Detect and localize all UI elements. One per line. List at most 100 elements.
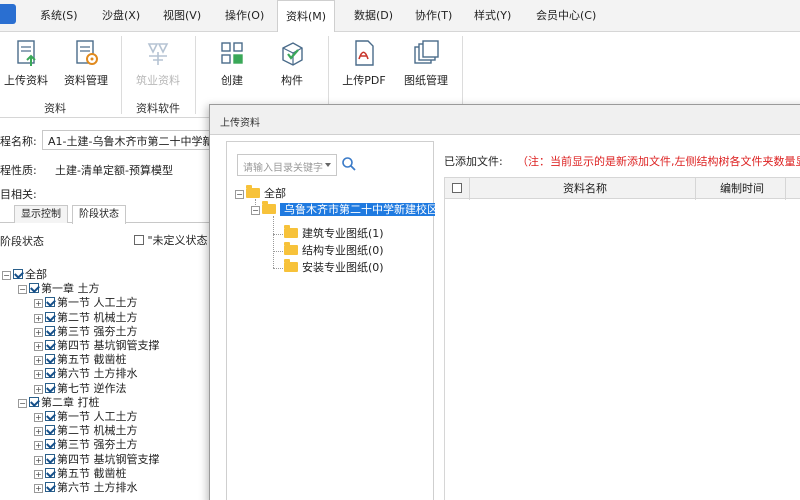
tree-connector — [273, 216, 274, 268]
expand-icon[interactable]: + — [34, 441, 43, 451]
folder-tree: − 全部 − 乌鲁木齐市第二十中学新建校区-番 建筑专业图纸(1) 结构专业图纸(0… — [233, 185, 457, 486]
tree-checkbox[interactable] — [45, 411, 55, 421]
tree-checkbox[interactable] — [45, 453, 55, 464]
tree-row[interactable]: + 第四节 基坑钢管支撑 — [34, 453, 160, 467]
app-logo-icon[interactable] — [0, 4, 16, 24]
tree-checkbox[interactable] — [13, 269, 23, 279]
tree-row[interactable]: − 第二章 打桩 — [18, 396, 100, 410]
column-divider — [785, 178, 786, 200]
tree-checkbox[interactable] — [29, 396, 39, 407]
group-label-materials-software: 资料软件 — [136, 102, 180, 115]
project-name-label: 程名称: — [0, 135, 37, 148]
tree-checkbox[interactable] — [45, 325, 55, 336]
expand-icon[interactable]: + — [34, 370, 43, 380]
tree-checkbox[interactable] — [29, 283, 39, 294]
collapse-icon[interactable]: − — [18, 285, 27, 295]
tab-display-control[interactable]: 显示控制 — [14, 205, 68, 223]
expand-icon[interactable]: + — [34, 384, 43, 394]
menu-sandbox[interactable]: 沙盘(X) — [102, 0, 140, 32]
expand-icon[interactable]: + — [34, 455, 43, 465]
tree-checkbox[interactable] — [45, 368, 55, 379]
collapse-icon[interactable]: − — [18, 398, 27, 408]
upload-pdf-button[interactable]: 上传PDF — [334, 38, 394, 88]
expand-icon[interactable]: + — [34, 469, 43, 479]
expand-icon[interactable]: + — [34, 342, 43, 351]
component-label: 构件 — [281, 74, 303, 87]
tree-row[interactable]: + 第六节 土方排水 — [34, 367, 138, 381]
dialog-titlebar[interactable]: 上传资料 — [210, 105, 800, 135]
tree-checkbox[interactable] — [45, 354, 55, 365]
tree-node-structure[interactable]: 结构专业图纸(0) — [284, 242, 384, 259]
tree-row[interactable]: + 第三节 强夯土方 — [34, 325, 138, 339]
tree-node-project[interactable]: − 乌鲁木齐市第二十中学新建校区-番 — [251, 201, 457, 218]
component-button[interactable]: 构件 — [262, 38, 322, 88]
create-button[interactable]: 创建 — [202, 38, 262, 88]
menu-style[interactable]: 样式(Y) — [474, 0, 511, 32]
tree-row[interactable]: + 第七节 逆作法 — [34, 382, 127, 396]
tree-checkbox[interactable] — [45, 439, 55, 450]
collapse-icon[interactable]: − — [251, 206, 260, 215]
added-files-panel: 已添加文件: （注：当前显示的是新添加文件,左侧结构树各文件夹数量显示 资料名称… — [435, 141, 800, 500]
zhuye-materials-button[interactable]: 筑业资料 — [128, 38, 188, 88]
collapse-icon[interactable]: − — [235, 190, 244, 199]
tree-row[interactable]: + 第二节 机械土方 — [34, 311, 138, 325]
column-header-date[interactable]: 编制时间 — [720, 178, 764, 200]
tree-connector — [273, 268, 283, 269]
dialog-title: 上传资料 — [220, 118, 260, 129]
menu-member-center[interactable]: 会员中心(C) — [536, 0, 596, 32]
expand-icon[interactable]: + — [34, 327, 43, 337]
chevron-down-icon[interactable] — [325, 163, 331, 167]
tree-node-root[interactable]: − 全部 — [235, 185, 286, 202]
menu-operation[interactable]: 操作(O) — [225, 0, 264, 32]
tree-row[interactable]: + 第二节 机械土方 — [34, 424, 138, 438]
upload-materials-button[interactable]: 上传资料 — [0, 38, 56, 88]
expand-icon[interactable]: + — [34, 427, 43, 437]
tree-node-label: 安装专业图纸(0) — [302, 261, 384, 274]
expand-icon[interactable]: + — [34, 313, 43, 323]
tree-row[interactable]: + 第五节 截凿桩 — [34, 353, 127, 367]
tree-checkbox[interactable] — [45, 340, 55, 350]
tree-checkbox[interactable] — [45, 311, 55, 322]
tree-row-label: 第五节 截凿桩 — [57, 466, 127, 480]
tree-checkbox[interactable] — [45, 382, 55, 393]
tree-row[interactable]: + 第六节 土方排水 — [34, 481, 138, 495]
menu-data[interactable]: 数据(D) — [354, 0, 393, 32]
ribbon-separator — [462, 36, 463, 114]
expand-icon[interactable]: + — [34, 299, 43, 309]
column-header-name[interactable]: 资料名称 — [563, 178, 607, 200]
undefined-status-option[interactable]: "未定义状态 — [134, 232, 208, 248]
menu-materials[interactable]: 资料(M) — [277, 0, 336, 33]
tree-row[interactable]: + 第三节 强夯土方 — [34, 438, 138, 452]
collapse-icon[interactable]: − — [2, 271, 11, 280]
tree-checkbox[interactable] — [45, 297, 55, 308]
directory-search-input[interactable]: 请输入目录关键字 — [237, 154, 337, 176]
undefined-status-label: "未定义状态 — [147, 234, 208, 247]
menu-collaboration[interactable]: 协作(T) — [415, 0, 452, 32]
tree-node-architecture[interactable]: 建筑专业图纸(1) — [284, 225, 384, 242]
tree-row[interactable]: + 第五节 截凿桩 — [34, 467, 127, 481]
drawing-management-button[interactable]: 图纸管理 — [396, 38, 456, 88]
project-name-field[interactable]: A1-土建-乌鲁木齐市第二十中学新 — [42, 130, 212, 150]
tree-checkbox[interactable] — [45, 467, 55, 478]
folder-icon — [284, 259, 298, 272]
menu-view[interactable]: 视图(V) — [163, 0, 201, 32]
tree-node-installation[interactable]: 安装专业图纸(0) — [284, 259, 384, 276]
tree-row[interactable]: − 全部 — [2, 268, 47, 282]
select-all-checkbox[interactable] — [452, 183, 462, 193]
search-icon[interactable] — [341, 156, 357, 172]
tree-checkbox[interactable] — [45, 482, 55, 492]
tree-row[interactable]: + 第四节 基坑钢管支撑 — [34, 339, 160, 353]
expand-icon[interactable]: + — [34, 413, 43, 422]
tab-stage-status[interactable]: 阶段状态 — [72, 205, 126, 224]
materials-management-label: 资料管理 — [64, 74, 108, 87]
expand-icon[interactable]: + — [34, 484, 43, 493]
project-related-label: 目相关: — [0, 188, 37, 201]
materials-management-button[interactable]: 资料管理 — [56, 38, 116, 88]
menu-system[interactable]: 系统(S) — [40, 0, 78, 32]
tree-row[interactable]: − 第一章 土方 — [18, 282, 100, 296]
undefined-status-checkbox[interactable] — [134, 235, 144, 245]
expand-icon[interactable]: + — [34, 356, 43, 366]
tree-row[interactable]: + 第一节 人工土方 — [34, 410, 138, 424]
tree-row[interactable]: + 第一节 人工土方 — [34, 296, 138, 310]
tree-checkbox[interactable] — [45, 425, 55, 436]
